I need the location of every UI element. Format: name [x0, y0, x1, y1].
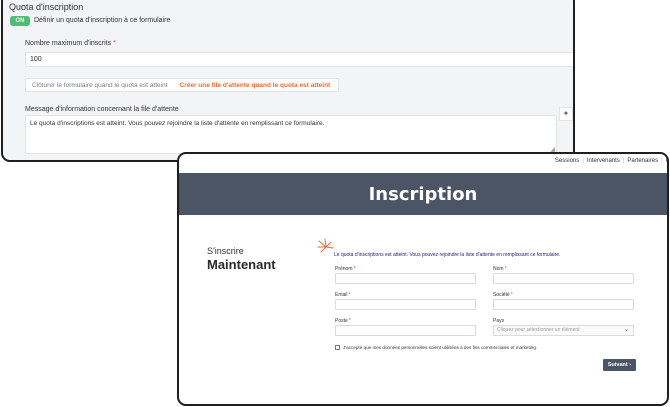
quota-toggle-label: Définir un quota d'inscription à ce form… — [34, 17, 171, 24]
waitlist-message-text: Le quota d'inscriptions est atteint. Vou… — [30, 120, 325, 127]
prenom-label: Prénom* — [335, 266, 355, 272]
poste-input[interactable] — [335, 325, 476, 336]
prenom-input[interactable] — [335, 273, 476, 284]
max-attendees-input[interactable]: 100 — [25, 52, 573, 67]
nav-more[interactable]: C — [663, 158, 667, 164]
consent-text: J'accepte que mes données personnelles s… — [343, 345, 538, 350]
quota-behavior-selector: Clôturer le formulaire quand le quota es… — [25, 78, 339, 92]
required-mark: * — [510, 292, 513, 298]
nav-partenaires[interactable]: Partenaires — [624, 158, 661, 164]
email-input[interactable] — [335, 299, 476, 310]
consent-checkbox[interactable] — [335, 345, 340, 350]
required-mark: * — [353, 266, 356, 272]
waitlist-message-label: Message d'information concernant la file… — [25, 106, 179, 113]
page-banner: Inscription — [179, 173, 667, 215]
societe-input[interactable] — [493, 299, 634, 310]
nom-input[interactable] — [493, 273, 634, 284]
sparkle-icon[interactable]: ✦ — [559, 107, 573, 121]
waitlist-message-textarea[interactable]: Le quota d'inscriptions est atteint. Vou… — [25, 115, 557, 154]
email-label: Email* — [335, 292, 350, 298]
consent-row: J'accepte que mes données personnelles s… — [335, 345, 537, 350]
pays-select[interactable]: Cliquez pour sélectionner un élément ⌄ — [493, 325, 634, 336]
nav-sessions[interactable]: Sessions — [552, 158, 582, 164]
alert-burst-icon — [317, 238, 334, 253]
public-registration-page: Sessions| Intervenants| Partenaires| C I… — [177, 152, 669, 406]
nav-intervenants[interactable]: Intervenants — [584, 158, 623, 164]
prenom-label-text: Prénom — [335, 266, 353, 272]
chevron-down-icon: ⌄ — [623, 327, 629, 333]
waitlist-alert-message: Le quota d'inscriptions est atteint. Vou… — [334, 252, 561, 258]
option-close-form[interactable]: Clôturer le formulaire quand le quota es… — [26, 82, 174, 89]
option-create-waitlist[interactable]: Créer une file d'attente quand le quota … — [174, 82, 337, 89]
required-mark: * — [113, 40, 116, 47]
max-attendees-label-text: Nombre maximum d'inscrits — [25, 40, 112, 47]
pays-placeholder: Cliquez pour sélectionner un élément — [497, 327, 580, 333]
chevron-right-icon: › — [629, 362, 632, 368]
nom-label-text: Nom — [493, 266, 504, 272]
nom-label: Nom* — [493, 266, 507, 272]
required-mark: * — [504, 266, 507, 272]
societe-label-text: Société — [493, 292, 510, 298]
societe-label: Société* — [493, 292, 513, 298]
section-title: Quota d'inscription — [9, 2, 84, 12]
cta-title: Maintenant — [207, 257, 276, 272]
poste-label: Poste* — [335, 318, 351, 324]
next-button[interactable]: Suivant › — [603, 359, 636, 371]
required-mark: * — [348, 292, 351, 298]
quota-toggle[interactable]: ON — [10, 16, 30, 26]
pays-label: Pays — [493, 318, 505, 324]
page-title: Inscription — [368, 183, 478, 205]
cta-subtitle: S'inscrire — [207, 246, 244, 256]
top-navigation: Sessions| Intervenants| Partenaires| C — [552, 158, 667, 164]
max-attendees-label: Nombre maximum d'inscrits * — [25, 40, 116, 47]
next-button-label: Suivant — [607, 362, 628, 368]
email-label-text: Email — [335, 292, 348, 298]
admin-quota-panel: Quota d'inscription ON Définir un quota … — [1, 0, 575, 162]
required-mark: * — [348, 318, 351, 324]
poste-label-text: Poste — [335, 318, 348, 324]
